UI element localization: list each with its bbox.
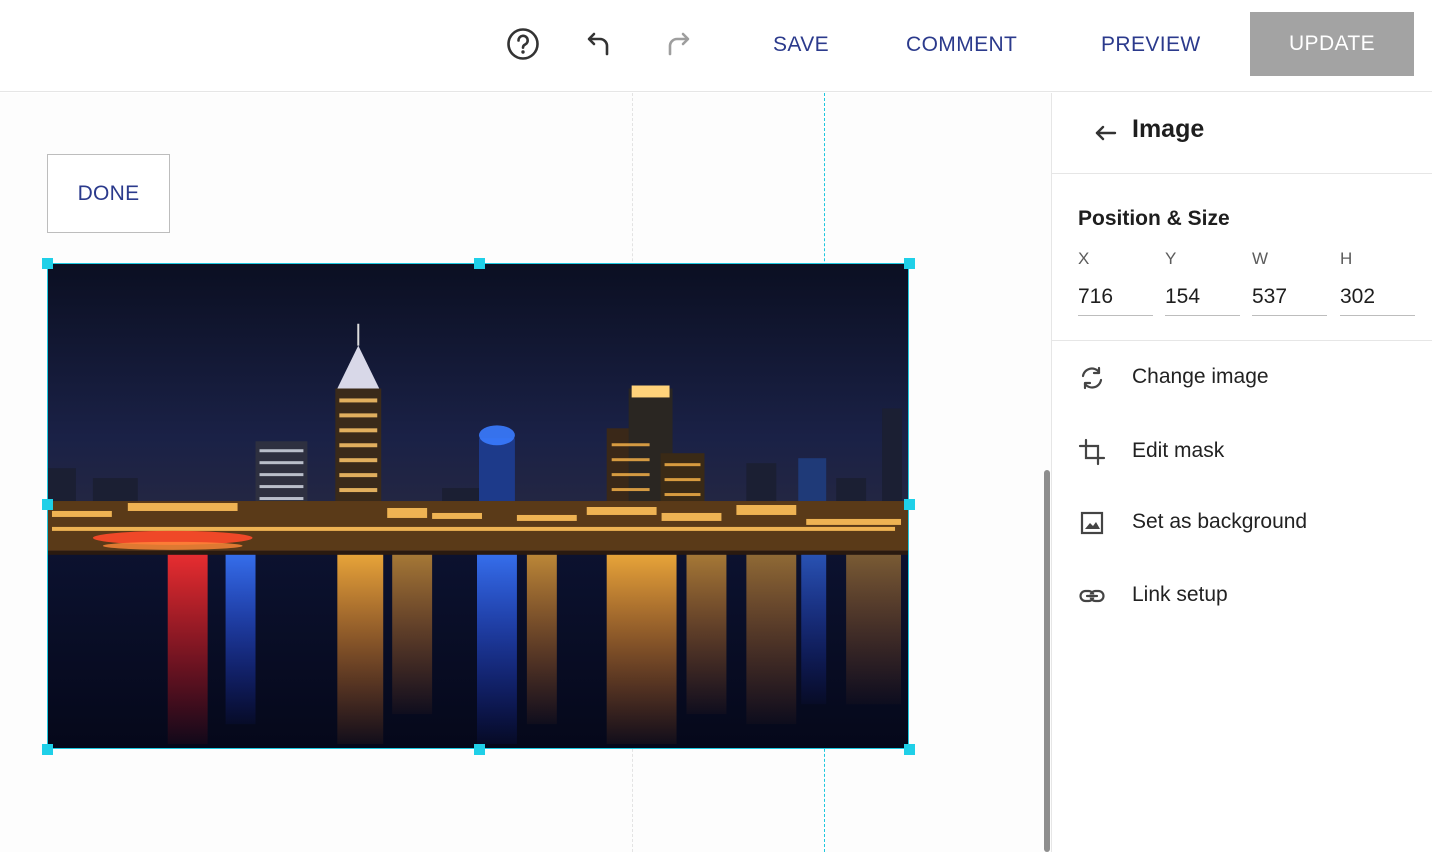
set-as-background-item[interactable]: Set as background <box>1052 495 1432 551</box>
change-image-label: Change image <box>1132 365 1269 388</box>
panel-title: Image <box>1132 115 1205 143</box>
x-field[interactable]: X 716 <box>1078 249 1153 316</box>
crop-icon <box>1078 438 1106 466</box>
change-image-item[interactable]: Change image <box>1052 350 1432 406</box>
resize-handle-top[interactable] <box>474 258 485 269</box>
refresh-icon <box>1078 364 1106 392</box>
resize-handle-top-left[interactable] <box>42 258 53 269</box>
redo-icon[interactable] <box>659 26 695 62</box>
x-input[interactable]: 716 <box>1078 285 1153 316</box>
link-icon <box>1078 582 1106 610</box>
selected-image[interactable] <box>47 263 909 749</box>
resize-handle-right[interactable] <box>904 499 915 510</box>
image-icon <box>1078 509 1106 537</box>
edit-mask-item[interactable]: Edit mask <box>1052 424 1432 480</box>
y-label: Y <box>1165 249 1177 268</box>
editor-canvas[interactable]: DONE <box>0 93 1051 852</box>
height-label: H <box>1340 249 1353 268</box>
height-field[interactable]: H 302 <box>1340 249 1415 316</box>
x-label: X <box>1078 249 1090 268</box>
edit-mask-label: Edit mask <box>1132 439 1225 462</box>
done-button[interactable]: DONE <box>47 154 170 233</box>
help-circle-icon[interactable] <box>505 26 541 62</box>
y-input[interactable]: 154 <box>1165 285 1240 316</box>
section-title: Position & Size <box>1078 207 1230 230</box>
canvas-scrollbar[interactable] <box>1044 470 1050 852</box>
undo-icon[interactable] <box>582 26 618 62</box>
resize-handle-bottom-left[interactable] <box>42 744 53 755</box>
properties-panel: Image Position & Size X 716 Y 154 W 537 … <box>1051 93 1432 852</box>
preview-button[interactable]: PREVIEW <box>1101 28 1201 62</box>
width-input[interactable]: 537 <box>1252 285 1327 316</box>
editor-app: SAVE COMMENT PREVIEW UPDATE DONE Image P… <box>0 0 1432 852</box>
panel-header: Image <box>1052 93 1432 174</box>
y-field[interactable]: Y 154 <box>1165 249 1240 316</box>
resize-handle-left[interactable] <box>42 499 53 510</box>
save-button[interactable]: SAVE <box>773 28 829 62</box>
width-label: W <box>1252 249 1269 268</box>
link-setup-item[interactable]: Link setup <box>1052 568 1432 624</box>
position-size-section: Position & Size X 716 Y 154 W 537 H 302 <box>1052 174 1432 341</box>
set-as-background-label: Set as background <box>1132 510 1308 533</box>
link-setup-label: Link setup <box>1132 583 1228 606</box>
resize-handle-bottom[interactable] <box>474 744 485 755</box>
comment-button[interactable]: COMMENT <box>906 28 1017 62</box>
skyline-photo <box>48 264 908 748</box>
top-toolbar: SAVE COMMENT PREVIEW UPDATE <box>0 0 1432 92</box>
resize-handle-bottom-right[interactable] <box>904 744 915 755</box>
update-button[interactable]: UPDATE <box>1250 12 1414 76</box>
resize-handle-top-right[interactable] <box>904 258 915 269</box>
back-arrow-icon[interactable] <box>1092 119 1120 147</box>
height-input[interactable]: 302 <box>1340 285 1415 316</box>
width-field[interactable]: W 537 <box>1252 249 1327 316</box>
